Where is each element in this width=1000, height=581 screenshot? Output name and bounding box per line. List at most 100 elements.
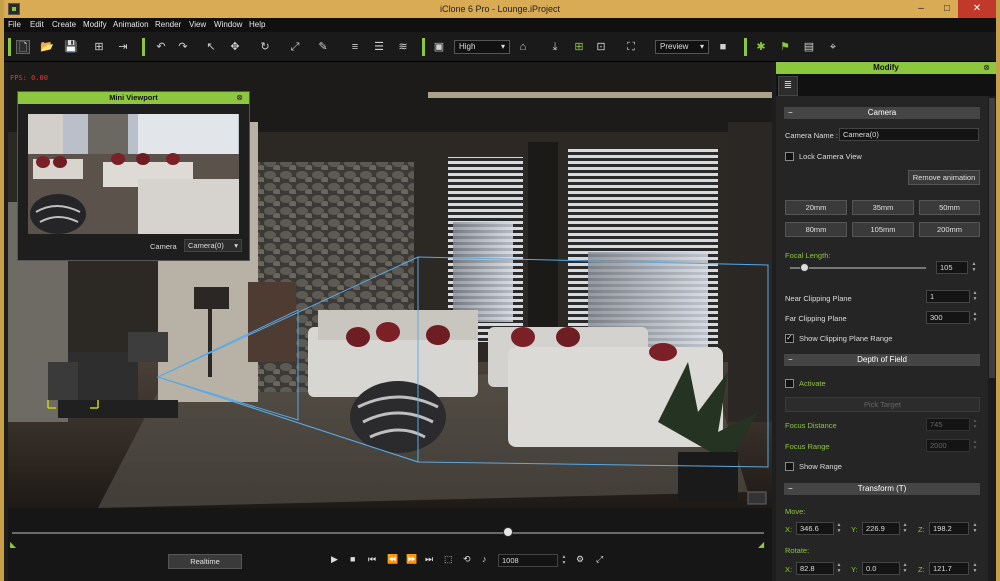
maximize-button[interactable]: □ [934, 0, 960, 18]
settings-gear-icon[interactable]: ⚙ [576, 554, 584, 565]
export-icon[interactable]: ⇥ [116, 40, 130, 54]
lens-20mm-button[interactable]: 20mm [785, 200, 847, 215]
video-camera-icon[interactable]: ■ [716, 40, 730, 54]
camera-name-field[interactable]: Camera(0) [839, 128, 979, 141]
go-to-start-icon[interactable]: ⏮ [368, 554, 376, 565]
close-button[interactable]: ✕ [958, 0, 996, 18]
fit-view-icon[interactable]: ⛶ [624, 40, 638, 54]
modify-panel-close-icon[interactable]: ⊗ [983, 63, 990, 72]
hide-icon[interactable]: ≋ [396, 40, 410, 54]
far-clip-spinner[interactable]: ▲ ▼ [971, 311, 979, 324]
rotate-z-spinner[interactable]: ▲ ▼ [971, 562, 979, 575]
rotate-y-field[interactable]: 0.0 [862, 562, 900, 575]
menu-create[interactable]: Create [52, 20, 76, 29]
go-to-end-icon[interactable]: ⏭ [425, 554, 433, 565]
move-y-field[interactable]: 226.9 [862, 522, 900, 535]
rotate-icon[interactable]: ↻ [258, 40, 272, 54]
frame-spinner[interactable]: ▲ ▼ [560, 554, 568, 567]
grid-add-icon[interactable]: ⊞ [572, 40, 586, 54]
stop-icon[interactable]: ■ [350, 554, 355, 564]
flag-icon[interactable]: ⚑ [778, 40, 792, 54]
focal-length-slider-handle[interactable] [799, 263, 809, 272]
quality-dropdown[interactable]: High [454, 40, 510, 54]
frame-icon[interactable]: ⊡ [594, 40, 608, 54]
move-x-field[interactable]: 346.6 [796, 522, 834, 535]
drop-to-floor-icon[interactable]: ⤓ [548, 40, 562, 54]
align-bottom-icon[interactable]: ☰ [372, 40, 386, 54]
music-note-icon[interactable]: ♪ [482, 554, 487, 564]
menu-edit[interactable]: Edit [30, 20, 44, 29]
scrollbar-thumb[interactable] [989, 98, 995, 378]
redo-icon[interactable]: ↷ [176, 40, 190, 54]
new-file-icon[interactable]: 🗋 [16, 40, 30, 54]
select-arrow-icon[interactable]: ↖ [204, 40, 218, 54]
mini-camera-dropdown[interactable]: Camera(0) ▾ [184, 239, 242, 252]
near-clip-spinner[interactable]: ▲ ▼ [971, 290, 979, 303]
pick-target-button[interactable]: Pick Target [785, 397, 980, 412]
range-start-marker-icon[interactable]: ◣ [10, 540, 16, 549]
home-icon[interactable]: ⌂ [516, 40, 530, 54]
menu-view[interactable]: View [189, 20, 206, 29]
pick-parent-icon[interactable]: ✎ [316, 40, 330, 54]
motion-path-icon[interactable]: ⌖ [826, 40, 840, 54]
lens-80mm-button[interactable]: 80mm [785, 222, 847, 237]
menu-window[interactable]: Window [214, 20, 242, 29]
align-left-icon[interactable]: ≡ [348, 40, 362, 54]
move-y-spinner[interactable]: ▲ ▼ [901, 522, 909, 535]
focus-range-field[interactable]: 2000 [926, 439, 970, 452]
move-icon[interactable]: ✥ [228, 40, 242, 54]
focus-distance-spinner[interactable]: ▲ ▼ [971, 418, 979, 431]
remove-animation-button[interactable]: Remove animation [908, 170, 980, 185]
menu-file[interactable]: File [8, 20, 21, 29]
lens-105mm-button[interactable]: 105mm [852, 222, 914, 237]
menu-animation[interactable]: Animation [113, 20, 149, 29]
near-clip-field[interactable]: 1 [926, 290, 970, 303]
next-frame-icon[interactable]: ⏩ [406, 554, 417, 565]
focal-length-slider[interactable] [790, 267, 926, 269]
rotate-x-spinner[interactable]: ▲ ▼ [835, 562, 843, 575]
display-mode-icon[interactable]: ▣ [432, 40, 446, 54]
previous-frame-icon[interactable]: ⏪ [387, 554, 398, 565]
modify-scrollbar[interactable] [988, 96, 996, 581]
timeline-playhead[interactable] [503, 527, 514, 537]
range-end-marker-icon[interactable]: ◢ [758, 540, 764, 549]
focus-distance-field[interactable]: 745 [926, 418, 970, 431]
scale-icon[interactable]: ⤢ [288, 40, 302, 54]
show-range-checkbox[interactable] [785, 462, 794, 471]
focal-length-spinner[interactable]: ▲ ▼ [970, 261, 978, 274]
depth-of-field-section-header[interactable]: − Depth of Field [784, 354, 980, 366]
minimize-button[interactable]: – [908, 0, 934, 18]
timeline-track[interactable] [12, 532, 764, 534]
play-icon[interactable]: ▶ [331, 554, 338, 565]
clipboard-icon[interactable]: ▤ [802, 40, 816, 54]
move-z-field[interactable]: 198.2 [929, 522, 969, 535]
move-z-spinner[interactable]: ▲ ▼ [971, 522, 979, 535]
undo-icon[interactable]: ↶ [154, 40, 168, 54]
lens-35mm-button[interactable]: 35mm [852, 200, 914, 215]
menu-modify[interactable]: Modify [83, 20, 107, 29]
focal-length-field[interactable]: 105 [936, 261, 968, 274]
dof-activate-checkbox[interactable] [785, 379, 794, 388]
move-x-spinner[interactable]: ▲ ▼ [835, 522, 843, 535]
mini-viewport-close-icon[interactable]: ⊗ [236, 93, 243, 102]
save-icon[interactable]: 💾 [64, 40, 78, 54]
menu-render[interactable]: Render [155, 20, 181, 29]
sliders-icon[interactable]: ≣ [778, 76, 798, 96]
render-mode-dropdown[interactable]: Preview [655, 40, 709, 54]
open-folder-icon[interactable]: 📂 [40, 40, 54, 54]
lens-50mm-button[interactable]: 50mm [919, 200, 980, 215]
rotate-y-spinner[interactable]: ▲ ▼ [901, 562, 909, 575]
loop-icon[interactable]: ⬚ [444, 554, 453, 565]
transform-section-header[interactable]: − Transform (T) [784, 483, 980, 495]
lock-camera-checkbox[interactable] [785, 152, 794, 161]
realtime-button[interactable]: Realtime [168, 554, 242, 569]
rotate-x-field[interactable]: 82.8 [796, 562, 834, 575]
frame-number-field[interactable]: 1008 [498, 554, 558, 567]
rotate-z-field[interactable]: 121.7 [929, 562, 969, 575]
camera-section-header[interactable]: − Camera [784, 107, 980, 119]
focus-range-spinner[interactable]: ▲ ▼ [971, 439, 979, 452]
menu-help[interactable]: Help [249, 20, 265, 29]
mini-viewport-window[interactable]: Mini Viewport ⊗ Camera Camera(0) ▾ [17, 91, 250, 261]
show-clip-range-checkbox[interactable] [785, 333, 794, 343]
far-clip-field[interactable]: 300 [926, 311, 970, 324]
